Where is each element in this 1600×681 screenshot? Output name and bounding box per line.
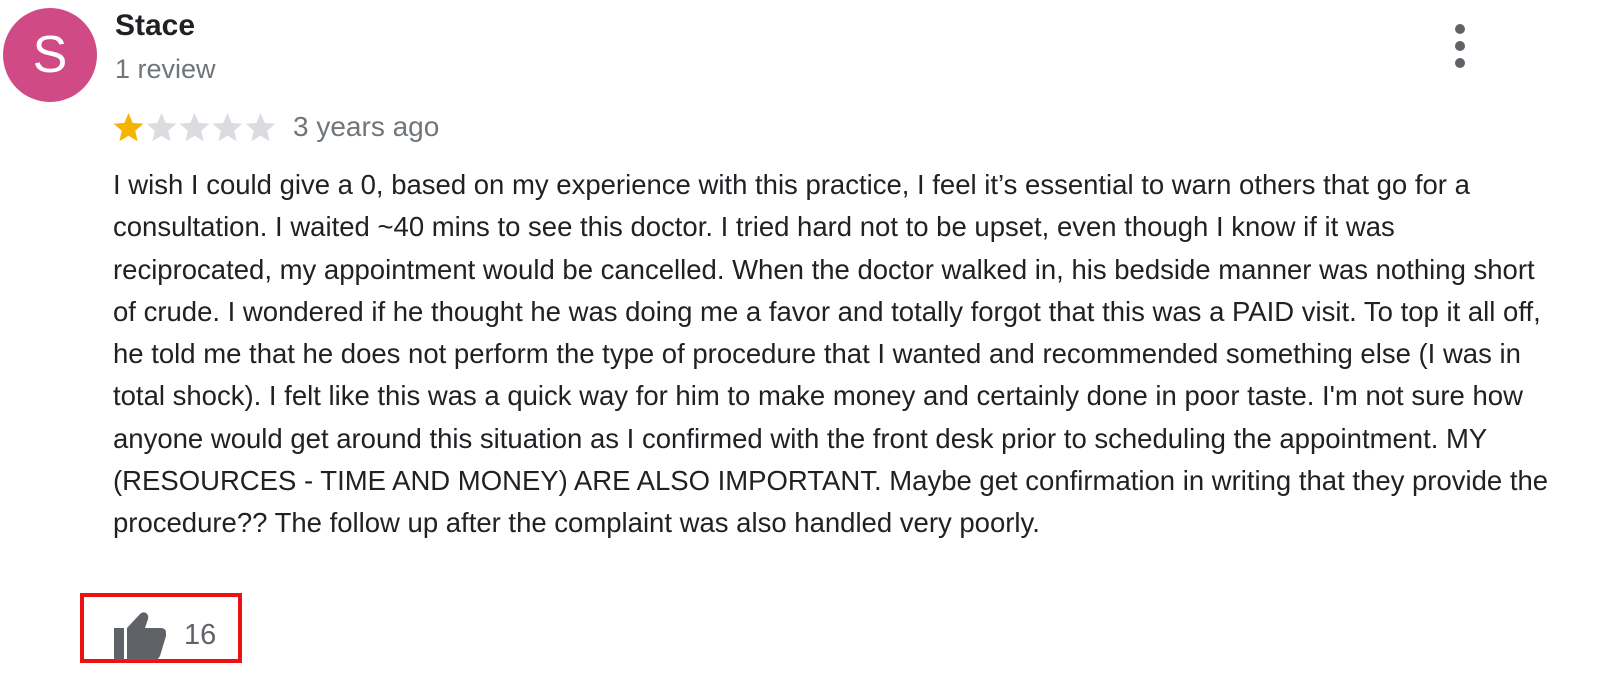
review-text: I wish I could give a 0, based on my exp… [113, 169, 1549, 539]
more-options-button[interactable] [1448, 24, 1472, 68]
star-empty-icon [178, 111, 211, 144]
star-empty-icon [211, 111, 244, 144]
reviewer-review-count: 1 review [115, 54, 216, 84]
review-card: S Stace 1 review 3 years ago I wish I co… [0, 0, 1600, 681]
avatar[interactable]: S [3, 8, 97, 102]
review-date: 3 years ago [293, 111, 440, 142]
star-rating [112, 107, 277, 147]
like-button[interactable]: 16 [112, 610, 216, 660]
reviewer-name[interactable]: Stace [115, 8, 195, 44]
thumbs-up-icon [112, 610, 168, 660]
star-empty-icon [244, 111, 277, 144]
rating-row: 3 years ago [112, 107, 439, 147]
like-count: 16 [184, 619, 217, 651]
star-filled-icon [112, 111, 145, 144]
star-empty-icon [145, 111, 178, 144]
